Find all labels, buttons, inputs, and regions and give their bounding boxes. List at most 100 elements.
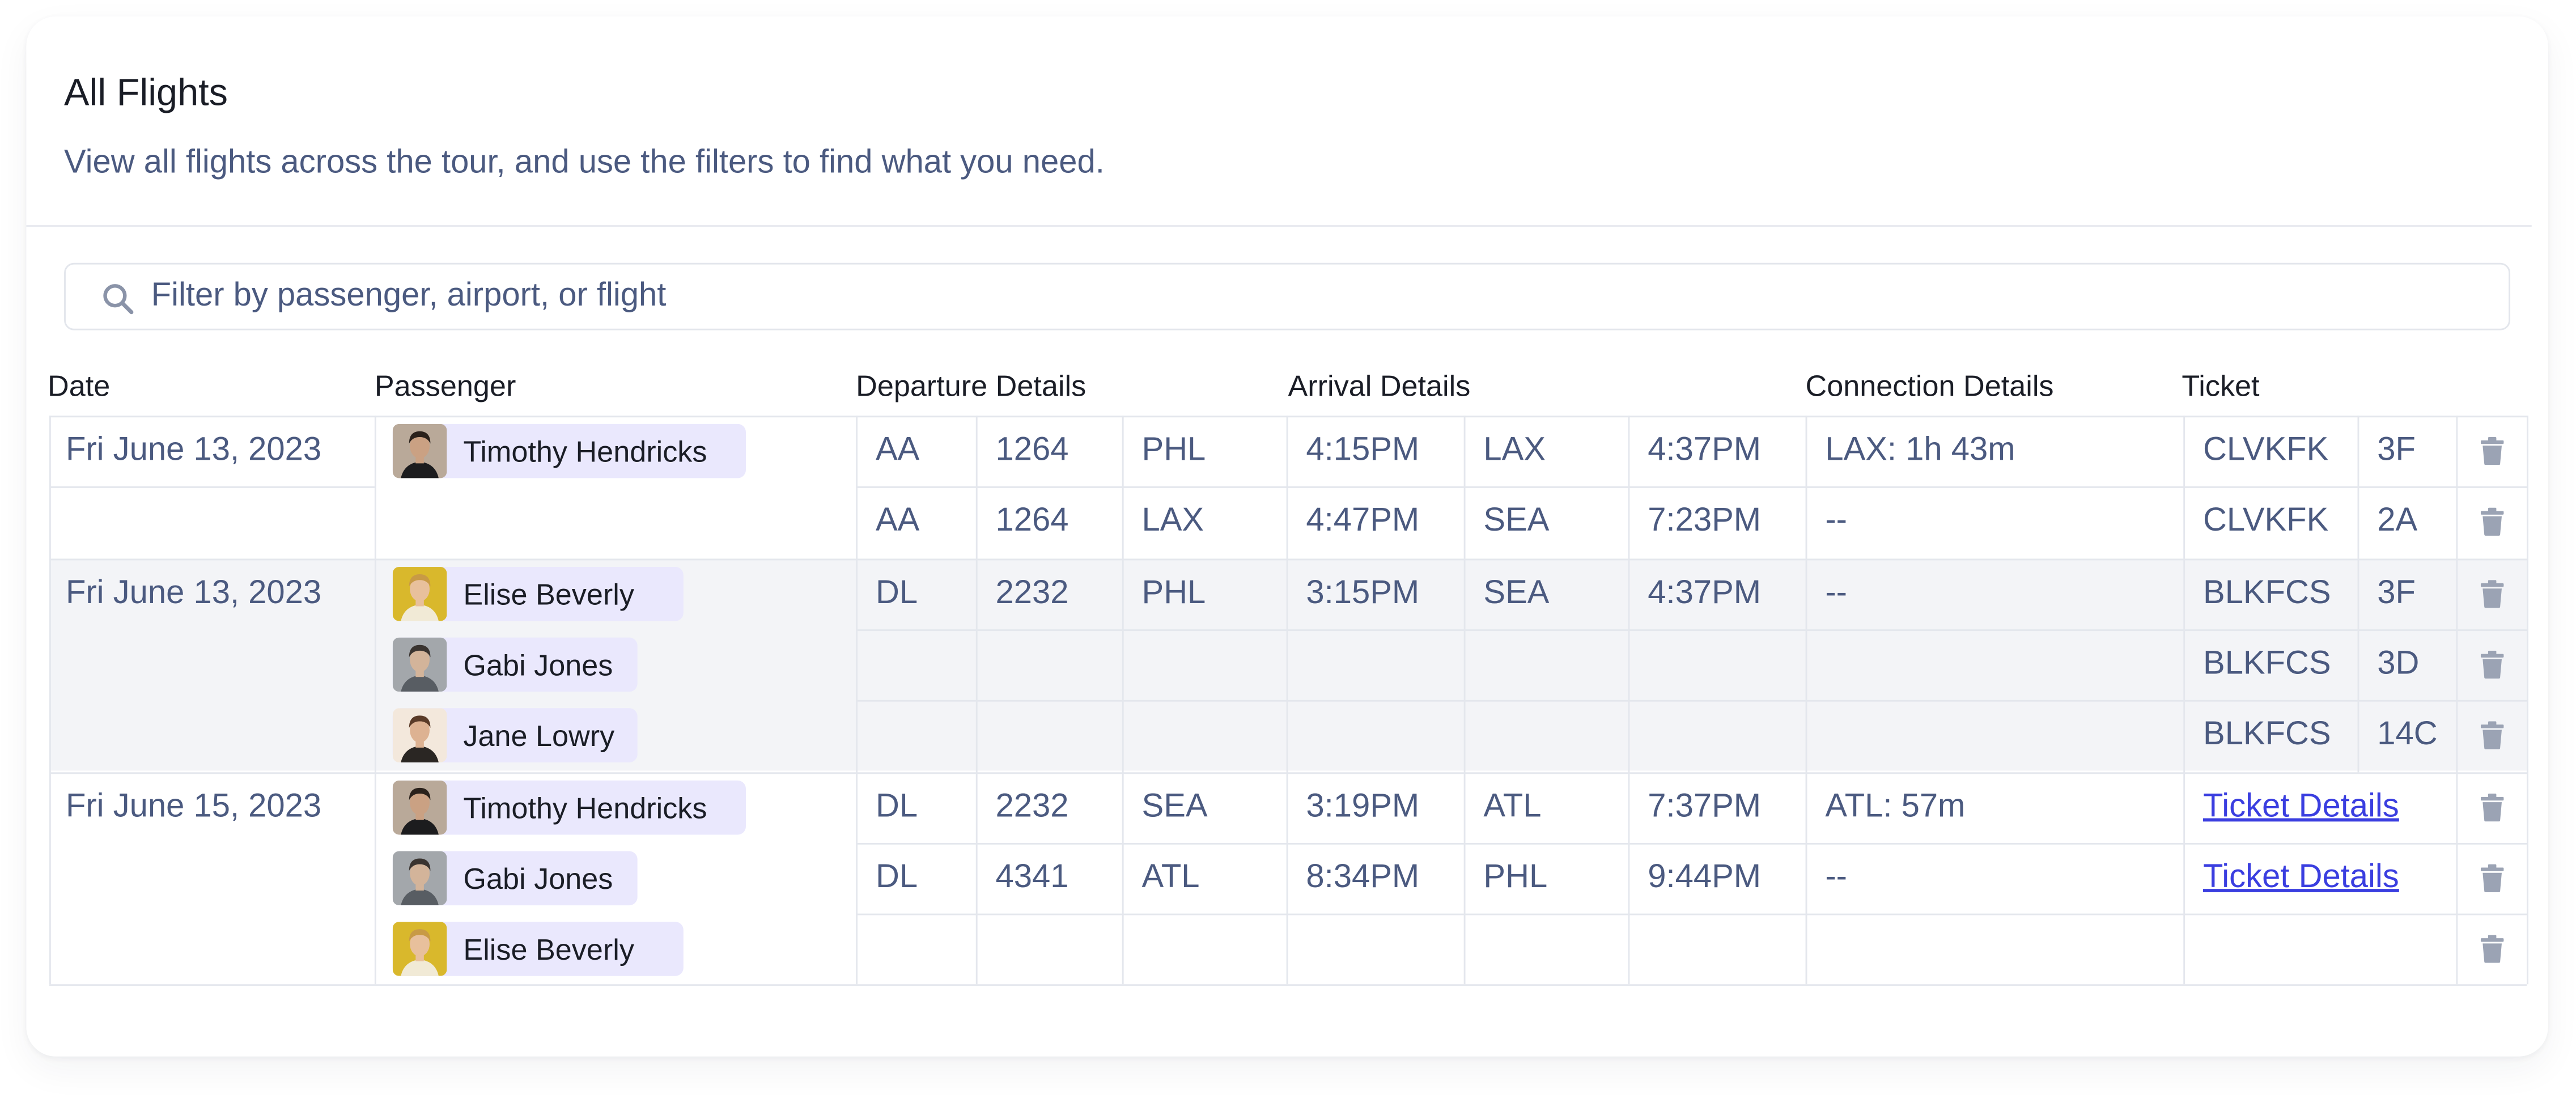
trash-icon[interactable] — [2480, 792, 2504, 829]
row-divider — [856, 842, 2527, 845]
cell-to: SEA — [1483, 574, 1550, 611]
trash-icon[interactable] — [2480, 722, 2504, 758]
passenger-name: Elise Beverly — [463, 578, 634, 611]
row-divider — [856, 558, 2527, 560]
cell-airline: AA — [875, 432, 920, 469]
column-header-ticket: Ticket — [2182, 370, 2260, 403]
cell-arr: 9:44PM — [1648, 859, 1762, 896]
cell-flight: 1264 — [995, 503, 1069, 540]
cell-dep: 8:34PM — [1306, 859, 1420, 896]
row-divider — [856, 416, 2527, 418]
cell-flight: 2232 — [995, 787, 1069, 824]
trash-icon[interactable] — [2480, 935, 2504, 972]
avatar — [392, 850, 447, 905]
ticket-details-link[interactable]: Ticket Details — [2203, 857, 2399, 897]
date-cell: Fri June 13, 2023 — [65, 574, 322, 611]
trash-icon[interactable] — [2480, 579, 2504, 616]
date-divider — [49, 486, 375, 489]
cell-arr: 4:37PM — [1648, 432, 1762, 469]
column-divider — [2456, 416, 2458, 985]
header-divider — [26, 225, 2532, 227]
avatar — [392, 637, 447, 692]
column-divider — [49, 416, 51, 985]
cell-connection: -- — [1825, 859, 1847, 896]
column-divider — [2183, 416, 2185, 985]
page-title: All Flights — [64, 70, 228, 114]
column-header-passenger: Passenger — [374, 370, 516, 403]
column-header-date: Date — [48, 370, 111, 403]
cell-dep: 3:19PM — [1306, 787, 1420, 824]
row-divider — [856, 700, 2527, 702]
trash-icon[interactable] — [2480, 650, 2504, 687]
passenger-chip[interactable]: Gabi Jones — [392, 850, 638, 905]
cell-to: SEA — [1483, 503, 1550, 540]
passenger-name: Timothy Hendricks — [463, 435, 707, 469]
column-divider — [1286, 416, 1288, 985]
search-box[interactable] — [64, 262, 2511, 330]
column-divider — [1463, 416, 1466, 985]
passenger-name: Gabi Jones — [463, 648, 613, 682]
passenger-name: Jane Lowry — [463, 720, 615, 753]
group-divider — [49, 558, 856, 560]
cell-connection: -- — [1825, 503, 1847, 540]
row-divider — [856, 771, 2527, 773]
cell-connection: ATL: 57m — [1825, 787, 1966, 824]
passenger-chip[interactable]: Gabi Jones — [392, 637, 638, 692]
cell-connection: -- — [1825, 574, 1847, 611]
trash-icon[interactable] — [2480, 437, 2504, 473]
passenger-chip[interactable]: Timothy Hendricks — [392, 423, 746, 478]
row-divider — [856, 629, 2527, 631]
cell-flight: 1264 — [995, 432, 1069, 469]
passenger-chip[interactable]: Elise Beverly — [392, 566, 684, 621]
passenger-name: Elise Beverly — [463, 933, 634, 966]
avatar — [392, 779, 447, 834]
cell-seat: 14C — [2377, 717, 2438, 753]
group-divider — [49, 416, 856, 418]
column-divider — [374, 416, 376, 985]
search-input[interactable] — [151, 264, 2451, 329]
column-header-arrival: Arrival Details — [1288, 370, 1471, 403]
date-cell: Fri June 15, 2023 — [65, 787, 322, 824]
cell-connection: LAX: 1h 43m — [1825, 432, 2015, 469]
cell-arr: 4:37PM — [1648, 574, 1762, 611]
column-divider — [1805, 416, 1807, 985]
group-divider — [49, 771, 856, 773]
cell-ticket: CLVKFK — [2203, 432, 2329, 469]
ticket-details-link[interactable]: Ticket Details — [2203, 786, 2399, 826]
table-bottom — [49, 985, 2527, 987]
cell-flight: 4341 — [995, 859, 1069, 896]
cell-ticket: BLKFCS — [2203, 717, 2331, 753]
cell-airline: AA — [875, 503, 920, 540]
column-divider — [1122, 416, 1124, 985]
column-divider — [975, 416, 978, 985]
cell-from: PHL — [1141, 574, 1206, 611]
passenger-name: Gabi Jones — [463, 862, 613, 896]
column-divider — [856, 416, 858, 985]
cell-seat: 3F — [2377, 432, 2416, 469]
passenger-chip[interactable]: Jane Lowry — [392, 708, 638, 763]
row-divider — [856, 486, 2527, 489]
cell-arr: 7:37PM — [1648, 787, 1762, 824]
cell-from: SEA — [1141, 787, 1208, 824]
passenger-chip[interactable]: Elise Beverly — [392, 922, 684, 977]
column-header-connection: Connection Details — [1805, 370, 2054, 403]
page-subtitle: View all flights across the tour, and us… — [64, 145, 1105, 181]
trash-icon[interactable] — [2480, 508, 2504, 545]
passenger-name: Timothy Hendricks — [463, 791, 707, 824]
row-divider — [856, 913, 2527, 915]
column-divider — [2527, 416, 2528, 985]
passenger-chip[interactable]: Timothy Hendricks — [392, 779, 746, 834]
cell-ticket: BLKFCS — [2203, 645, 2331, 682]
avatar — [392, 922, 447, 977]
cell-to: LAX — [1483, 432, 1546, 469]
cell-arr: 7:23PM — [1648, 503, 1762, 540]
cell-from: PHL — [1141, 432, 1206, 469]
cell-ticket: CLVKFK — [2203, 503, 2329, 540]
trash-icon[interactable] — [2480, 864, 2504, 900]
cell-to: ATL — [1483, 787, 1542, 824]
avatar — [392, 708, 447, 763]
search-icon — [103, 284, 134, 315]
cell-seat: 3D — [2377, 645, 2420, 682]
cell-dep: 4:15PM — [1306, 432, 1420, 469]
cell-from: LAX — [1141, 503, 1204, 540]
